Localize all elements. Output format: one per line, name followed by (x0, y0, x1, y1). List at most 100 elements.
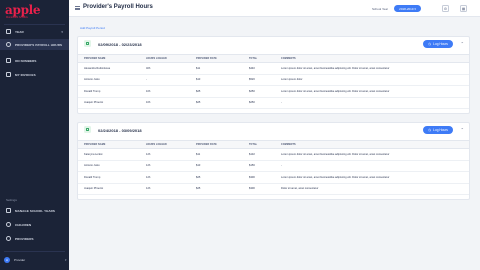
provider-name: Alexandra Rodionkova (78, 62, 140, 75)
provider-rate: $13 (190, 160, 243, 172)
log-hours-button[interactable]: ◷ Log Hours (423, 126, 453, 134)
table-row[interactable]: Joaquin Phoenix 10h $25 $250 - (78, 97, 469, 109)
hours-logged: 40h (140, 62, 190, 75)
payroll-table: PROVIDER NAME HOURS LOGGED PROVIDER RATE… (78, 54, 469, 109)
menu-icon[interactable] (75, 6, 80, 10)
provider-name: Joaquin Phoenix (78, 183, 140, 195)
chevron-down-icon: ▾ (61, 30, 63, 34)
chevron-up-icon[interactable]: ⌃ (461, 127, 464, 132)
sidebar: apple Montessori Schools YEAR ▾ PROVIDER… (0, 0, 69, 270)
comments: - (275, 160, 469, 172)
user-menu[interactable]: A Provider ▾ (4, 257, 67, 263)
avatar: A (4, 257, 10, 263)
hours-logged: 12h (140, 148, 190, 161)
sidebar-item-label: PROVIDER'S PAYROLL HOURS (15, 42, 63, 47)
calendar-button-icon[interactable]: ▦ (460, 5, 467, 12)
column-header[interactable]: COMMENTS (275, 54, 469, 63)
column-header[interactable]: TOTAL (243, 54, 275, 63)
settings-heading: Settings (6, 198, 17, 202)
provider-name: Kateryna Lenkiv (78, 148, 140, 161)
clock-icon (6, 42, 11, 47)
sidebar-item-label: PROVIDERS (15, 236, 34, 241)
provider-rate: $25 (190, 97, 243, 109)
hours-logged: - (140, 74, 190, 86)
calendar-icon (6, 29, 11, 34)
calendar-icon (84, 126, 91, 133)
sidebar-item-year[interactable]: YEAR ▾ (0, 26, 69, 37)
payroll-period-card: 02/24/2018 - 03/09/2018 ◷ Log Hours ⌃ PR… (77, 122, 470, 200)
period-date-range: 02/24/2018 - 03/09/2018 (98, 127, 142, 133)
table-row[interactable]: Antonio Justo - $13 $520 Lorem ipsum dol… (78, 74, 469, 86)
sidebar-item-numbers[interactable]: ON NUMBERS (0, 55, 69, 66)
total: $440 (243, 62, 275, 75)
brand-tagline: Montessori Schools (6, 16, 28, 19)
page-title: Provider's Payroll Hours (83, 4, 153, 10)
list-icon (6, 58, 11, 63)
sidebar-item-payroll-hours[interactable]: PROVIDER'S PAYROLL HOURS (0, 39, 69, 50)
top-bar: Provider's Payroll Hours School Year 201… (69, 0, 480, 17)
column-header[interactable]: HOURS LOGGED (140, 140, 190, 149)
total: $250 (243, 97, 275, 109)
provider-rate: $11 (190, 62, 243, 75)
column-header[interactable]: PROVIDER NAME (78, 54, 140, 63)
column-header[interactable]: COMMENTS (275, 140, 469, 149)
clock-icon: ◷ (428, 128, 432, 132)
total: $520 (243, 74, 275, 86)
hours-logged: 12h (140, 171, 190, 184)
chevron-up-icon[interactable]: ⌃ (461, 41, 464, 46)
provider-rate: $11 (190, 148, 243, 161)
comments: Lorem ipsum dolor sit amet, amet busines… (275, 85, 469, 98)
total: $250 (243, 85, 275, 98)
column-header[interactable]: HOURS LOGGED (140, 54, 190, 63)
comments: Dolor sit amet, amet consectetur (275, 183, 469, 195)
school-year-label: School Year (372, 6, 389, 11)
provider-rate: $13 (190, 74, 243, 86)
provider-name: Donald Trump (78, 85, 140, 98)
sidebar-item-label: MANAGE SCHOOL YEARS (15, 208, 55, 213)
column-header[interactable]: PROVIDER RATE (190, 54, 243, 63)
table-row[interactable]: Kateryna Lenkiv 12h $11 $132 Lorem ipsum… (78, 148, 469, 161)
period-header: 02/24/2018 - 03/09/2018 ◷ Log Hours ⌃ (78, 123, 469, 137)
sidebar-divider (4, 251, 65, 252)
log-hours-button[interactable]: ◷ Log Hours (423, 40, 453, 48)
sidebar-item-label: MY INVOICES (15, 72, 36, 77)
comments: - (275, 97, 469, 109)
hours-logged: 10h (140, 97, 190, 109)
comments: Lorem ipsum dolor (275, 74, 469, 86)
table-row[interactable]: Antonio Justo 12h $13 $156 - (78, 160, 469, 172)
hours-logged: 12h (140, 160, 190, 172)
comments: Lorem ipsum dolor sit amet, amet busines… (275, 62, 469, 75)
column-header[interactable]: PROVIDER NAME (78, 140, 140, 149)
sidebar-item-manage-school-years[interactable]: MANAGE SCHOOL YEARS (0, 205, 69, 216)
column-header[interactable]: TOTAL (243, 140, 275, 149)
provider-rate: $25 (190, 85, 243, 98)
provider-name: Antonio Justo (78, 74, 140, 86)
sidebar-item-providers[interactable]: PROVIDERS (0, 233, 69, 244)
sidebar-item-label: CHILDREN (15, 222, 32, 227)
table-row[interactable]: Donald Trump 12h $25 $300 Lorem ipsum do… (78, 171, 469, 184)
school-icon (6, 208, 11, 213)
period-date-range: 02/09/2018 - 02/23/2018 (98, 41, 142, 47)
comments: Lorem ipsum dolor sit amet, amet busines… (275, 171, 469, 184)
sidebar-item-children[interactable]: CHILDREN (0, 219, 69, 230)
provider-rate: $25 (190, 183, 243, 195)
log-hours-label: Log Hours (433, 42, 448, 46)
invoice-icon (6, 72, 11, 77)
add-payroll-period-link[interactable]: Add Payroll Period (80, 26, 105, 30)
column-header[interactable]: PROVIDER RATE (190, 140, 243, 149)
table-row[interactable]: Alexandra Rodionkova 40h $11 $440 Lorem … (78, 62, 469, 75)
settings-icon[interactable]: ⚙ (442, 5, 449, 12)
user-name: Provider (14, 258, 26, 262)
sidebar-divider (4, 24, 65, 25)
sidebar-item-invoices[interactable]: MY INVOICES (0, 69, 69, 80)
table-row[interactable]: Donald Trump 10h $25 $250 Lorem ipsum do… (78, 85, 469, 98)
total: $132 (243, 148, 275, 161)
table-row[interactable]: Joaquin Phoenix 12h $25 $300 Dolor sit a… (78, 183, 469, 195)
provider-name: Joaquin Phoenix (78, 97, 140, 109)
chevron-down-icon: ▾ (65, 258, 67, 262)
school-year-select[interactable]: 2018-2019 ▾ (394, 5, 421, 12)
provider-name: Antonio Justo (78, 160, 140, 172)
brand-logo[interactable]: apple Montessori Schools (5, 3, 41, 20)
hours-logged: 12h (140, 183, 190, 195)
clock-icon: ◷ (428, 42, 432, 46)
